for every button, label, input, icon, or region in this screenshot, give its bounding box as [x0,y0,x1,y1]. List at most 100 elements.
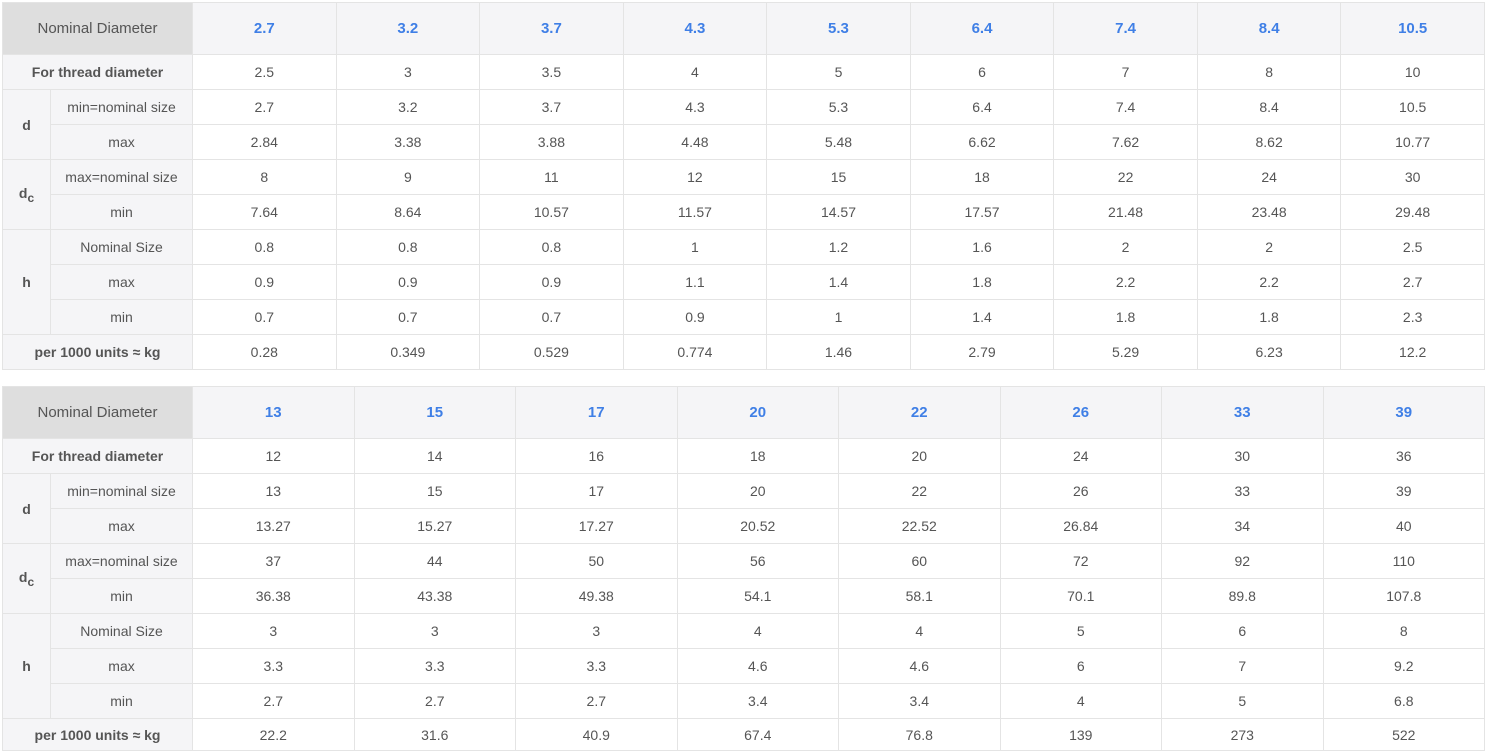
dc-min-cell: 54.1 [676,578,840,614]
weight-cell: 22.2 [192,718,355,751]
nominal-diameter-value: 13 [192,386,355,439]
thread-diameter-cell: 4 [622,54,768,90]
dc-min-cell: 11.57 [622,194,768,230]
dc-min-cell: 29.48 [1340,194,1485,230]
h-min-cell: 2.7 [515,683,678,719]
weight-cell: 522 [1322,718,1485,751]
h-nominal-row: h Nominal Size 3 3 3 4 4 5 6 8 [2,613,1485,719]
d-max-cell: 7.62 [1053,124,1198,160]
nominal-diameter-value: 10.5 [1340,2,1485,55]
dc-max-cell: 44 [353,543,517,579]
h-min-cell: 2.7 [353,683,517,719]
h-min-cell: 2.3 [1340,299,1485,335]
thread-diameter-cell: 36 [1322,438,1485,474]
h-max-cell: 3.3 [192,648,355,684]
d-min-cell: 5.3 [766,89,911,125]
dc-max-cell: 72 [999,543,1163,579]
h-max-cell: 7 [1161,648,1324,684]
dc-max-cell: 92 [1161,543,1324,579]
d-max-row: max 2.84 3.38 3.88 4.48 5.48 6.62 7.62 8.62 10.77 [3,124,1485,160]
dc-max-label: max=nominal size [49,159,194,195]
thread-diameter-cell: 30 [1161,438,1324,474]
h-nominal-cell: 2 [1196,229,1342,265]
dc-min-cell: 43.38 [353,578,517,614]
d-min-cell: 3.2 [335,89,481,125]
h-symbol: h [2,613,51,719]
weight-cell: 139 [999,718,1163,751]
h-nominal-cell: 3 [515,613,678,649]
d-max-cell: 26.84 [999,508,1163,544]
h-min-row: min 2.7 2.7 2.7 3.4 3.4 4 5 6.8 [3,683,1485,719]
d-max-cell: 40 [1322,508,1485,544]
nominal-diameter-value: 15 [353,386,517,439]
h-max-cell: 2.2 [1053,264,1198,300]
weight-cell: 6.23 [1196,334,1342,370]
d-min-cell: 3.7 [479,89,624,125]
dc-min-cell: 58.1 [838,578,1001,614]
nominal-diameter-value: 26 [999,386,1163,439]
d-max-cell: 10.77 [1340,124,1485,160]
dimensions-table-1: Nominal Diameter 2.7 3.2 3.7 4.3 5.3 6.4 7.4 8.4… [1,2,1485,370]
weight-label: per 1000 units ≈ kg [1,334,194,370]
dc-max-cell: 9 [335,159,481,195]
h-nominal-cell: 0.8 [479,229,624,265]
dc-max-cell: 60 [838,543,1001,579]
d-max-cell: 3.88 [479,124,624,160]
d-min-cell: 8.4 [1196,89,1342,125]
h-nominal-cell: 3 [353,613,517,649]
h-max-cell: 9.2 [1322,648,1485,684]
thread-diameter-cell: 10 [1340,54,1485,90]
h-min-cell: 6.8 [1322,683,1485,719]
thread-diameter-row: For thread diameter 2.5 3 3.5 4 5 6 7 8 10 [1,54,1485,90]
thread-diameter-cell: 2.5 [192,54,337,90]
h-max-cell: 2.2 [1196,264,1342,300]
h-min-cell: 3.4 [838,683,1001,719]
nominal-diameter-label: Nominal Diameter [1,2,194,55]
d-max-cell: 34 [1161,508,1324,544]
d-max-label: max [49,508,194,544]
d-symbol: d [2,473,51,544]
h-max-label: max [49,264,194,300]
dc-min-cell: 14.57 [766,194,911,230]
nominal-diameter-value: 22 [838,386,1001,439]
h-symbol: h [2,229,51,335]
h-max-cell: 4.6 [838,648,1001,684]
h-min-cell: 3.4 [676,683,840,719]
thread-diameter-cell: 7 [1053,54,1198,90]
h-max-cell: 3.3 [515,648,678,684]
h-max-row: max 3.3 3.3 3.3 4.6 4.6 6 7 9.2 [3,648,1485,684]
dc-symbol: dc [2,159,51,230]
d-max-cell: 20.52 [676,508,840,544]
h-min-cell: 0.7 [192,299,337,335]
dc-min-cell: 17.57 [909,194,1055,230]
d-max-cell: 15.27 [353,508,517,544]
d-min-cell: 22 [838,473,1001,509]
h-nominal-cell: 0.8 [192,229,337,265]
h-max-cell: 3.3 [353,648,517,684]
weight-label: per 1000 units ≈ kg [1,718,194,751]
d-max-row: max 13.27 15.27 17.27 20.52 22.52 26.84 34 40 [3,508,1485,544]
dc-max-cell: 110 [1322,543,1485,579]
h-min-cell: 4 [999,683,1163,719]
nominal-diameter-value: 3.2 [335,2,481,55]
dc-max-cell: 37 [192,543,355,579]
weight-cell: 0.529 [479,334,624,370]
dc-max-cell: 50 [515,543,678,579]
weight-cell: 5.29 [1053,334,1198,370]
d-min-cell: 13 [192,473,355,509]
nominal-diameter-value: 7.4 [1053,2,1198,55]
d-min-label: min=nominal size [49,89,194,125]
h-nominal-row: h Nominal Size 0.8 0.8 0.8 1 1.2 1.6 2 2 2.5 [2,229,1485,335]
d-max-cell: 8.62 [1196,124,1342,160]
d-max-cell: 22.52 [838,508,1001,544]
dc-min-cell: 107.8 [1322,578,1485,614]
d-min-cell: 33 [1161,473,1324,509]
thread-diameter-cell: 14 [353,438,517,474]
weight-cell: 12.2 [1340,334,1485,370]
d-min-cell: 39 [1322,473,1485,509]
h-nominal-cell: 4 [676,613,840,649]
dc-max-cell: 18 [909,159,1055,195]
h-nominal-cell: 5 [999,613,1163,649]
thread-diameter-label: For thread diameter [1,438,194,474]
dc-min-cell: 70.1 [999,578,1163,614]
